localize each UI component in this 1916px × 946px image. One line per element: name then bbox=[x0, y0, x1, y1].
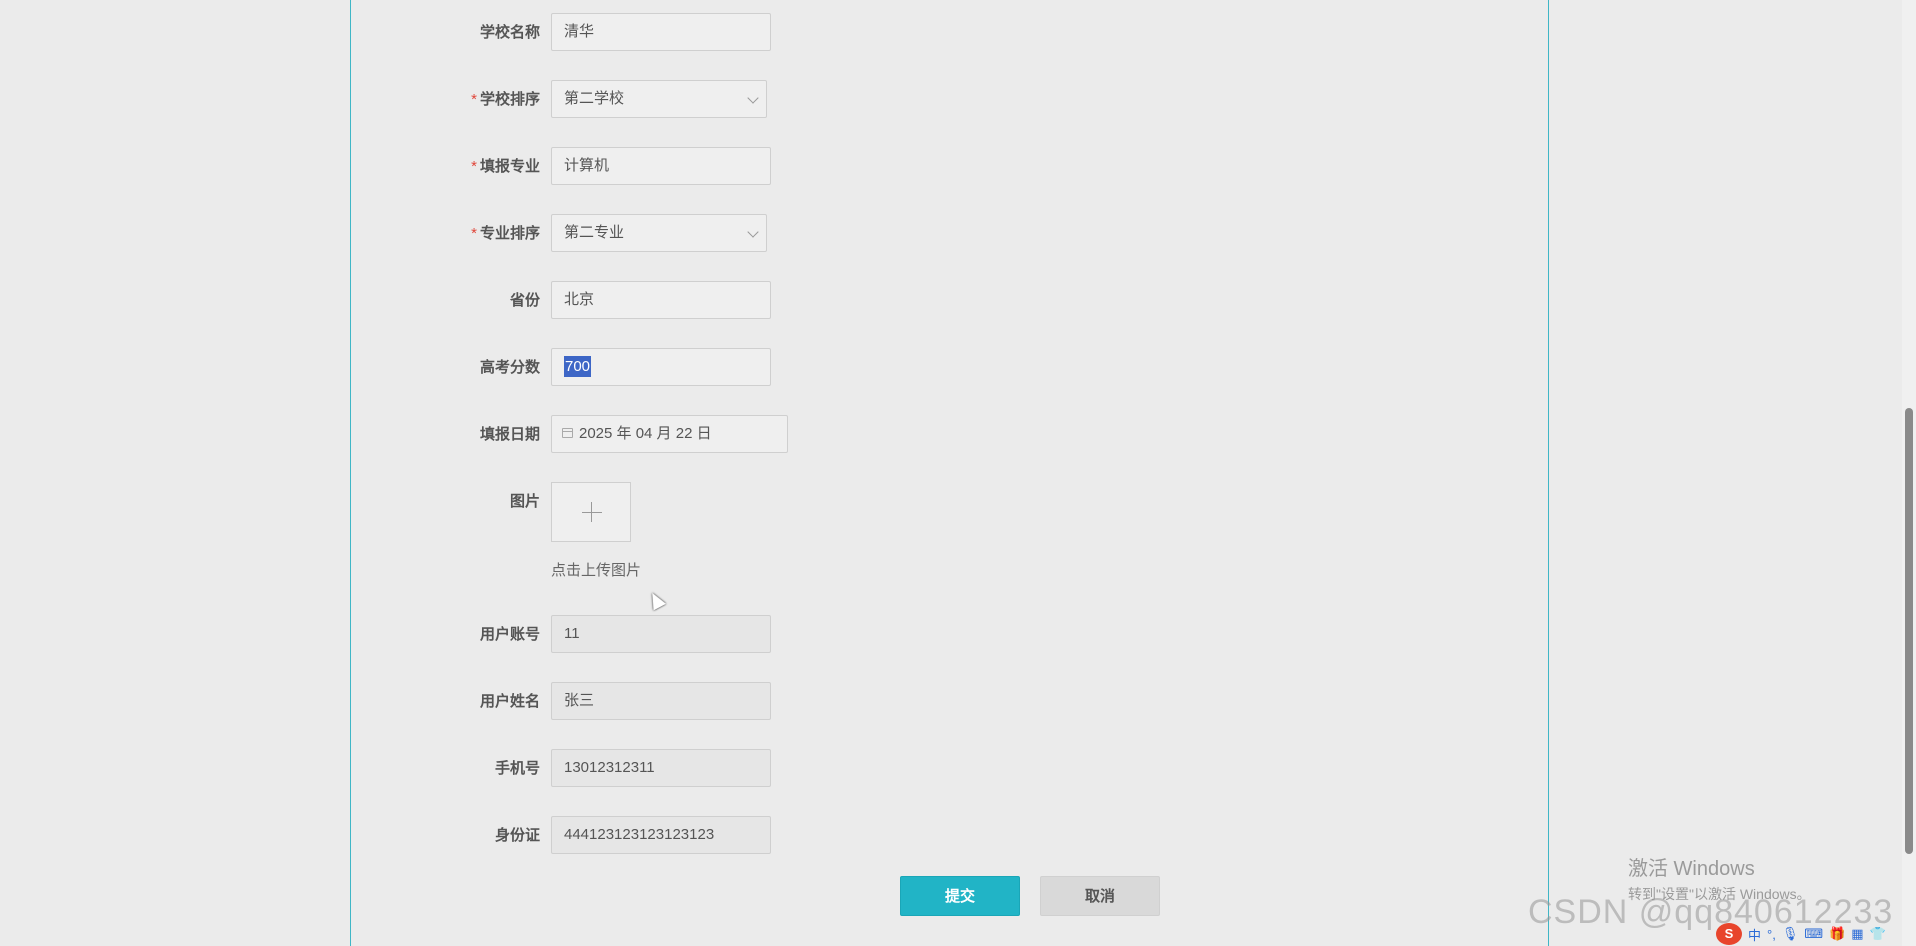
id-card-input[interactable]: 444123123123123123 bbox=[551, 816, 771, 854]
row-major-rank: * 专业排序 第二专业 bbox=[0, 214, 767, 254]
skin-icon[interactable]: 👕 bbox=[1870, 926, 1886, 942]
submit-button[interactable]: 提交 bbox=[900, 876, 1020, 916]
row-id-card: 身份证 444123123123123123 bbox=[0, 816, 771, 856]
plus-icon bbox=[582, 512, 602, 513]
major-input[interactable]: 计算机 bbox=[551, 147, 771, 185]
date-label: 填报日期 bbox=[479, 426, 540, 443]
username-input[interactable]: 张三 bbox=[551, 682, 771, 720]
row-score: 高考分数 700 bbox=[0, 348, 771, 388]
calendar-icon bbox=[562, 427, 573, 438]
row-username: 用户姓名 张三 bbox=[0, 682, 771, 722]
chevron-down-icon bbox=[747, 226, 759, 238]
province-label: 省份 bbox=[509, 292, 540, 309]
grid-icon[interactable]: ▦ bbox=[1851, 926, 1863, 942]
school-name-input[interactable]: 清华 bbox=[551, 13, 771, 51]
microphone-icon[interactable]: 🎙 bbox=[1782, 926, 1799, 942]
ime-logo-icon[interactable]: S bbox=[1716, 923, 1742, 945]
row-school-rank: * 学校排序 第二学校 bbox=[0, 80, 767, 120]
keyboard-icon[interactable]: ⌨ bbox=[1804, 926, 1823, 942]
activation-title: 激活 Windows bbox=[1628, 858, 1755, 880]
id-card-label: 身份证 bbox=[494, 827, 540, 844]
school-name-label: 学校名称 bbox=[479, 24, 540, 41]
page-scrollbar[interactable] bbox=[1902, 0, 1916, 946]
school-rank-value: 第二学校 bbox=[564, 90, 625, 107]
row-image: 图片 bbox=[0, 482, 700, 542]
system-tray: S 中 °, 🎙 ⌨ 🎁 ▦ 👕 bbox=[1716, 922, 1912, 946]
row-major: * 填报专业 计算机 bbox=[0, 147, 771, 187]
plus-icon-vertical bbox=[591, 502, 592, 522]
scrollbar-thumb[interactable] bbox=[1905, 408, 1913, 854]
province-input[interactable]: 北京 bbox=[551, 281, 771, 319]
account-input[interactable]: 11 bbox=[551, 615, 771, 653]
score-label: 高考分数 bbox=[479, 359, 540, 376]
cancel-button[interactable]: 取消 bbox=[1040, 876, 1160, 916]
major-label: * 填报专业 bbox=[471, 158, 540, 175]
form-container bbox=[350, 0, 1549, 946]
account-label: 用户账号 bbox=[479, 626, 540, 643]
major-rank-value: 第二专业 bbox=[564, 224, 625, 241]
school-rank-select[interactable]: 第二学校 bbox=[551, 80, 767, 118]
row-phone: 手机号 13012312311 bbox=[0, 749, 771, 789]
punctuation-icon[interactable]: °, bbox=[1767, 927, 1776, 942]
username-label: 用户姓名 bbox=[479, 693, 540, 710]
row-school-name: 学校名称 清华 bbox=[0, 13, 771, 53]
gift-icon[interactable]: 🎁 bbox=[1829, 926, 1845, 942]
score-input[interactable]: 700 bbox=[551, 348, 771, 386]
row-date: 填报日期 2025 年 04 月 22 日 bbox=[0, 415, 788, 455]
date-value: 2025 年 04 月 22 日 bbox=[579, 425, 712, 442]
upload-hint: 点击上传图片 bbox=[551, 562, 642, 579]
row-province: 省份 北京 bbox=[0, 281, 771, 321]
row-account: 用户账号 11 bbox=[0, 615, 771, 655]
date-input[interactable]: 2025 年 04 月 22 日 bbox=[551, 415, 788, 453]
school-rank-label: * 学校排序 bbox=[471, 91, 540, 108]
image-label: 图片 bbox=[509, 493, 540, 510]
ime-language-toggle[interactable]: 中 bbox=[1748, 925, 1761, 944]
major-rank-select[interactable]: 第二专业 bbox=[551, 214, 767, 252]
phone-label: 手机号 bbox=[494, 760, 540, 777]
image-upload-button[interactable] bbox=[551, 482, 631, 542]
score-value: 700 bbox=[564, 356, 592, 377]
phone-input[interactable]: 13012312311 bbox=[551, 749, 771, 787]
chevron-down-icon bbox=[747, 92, 759, 104]
major-rank-label: * 专业排序 bbox=[471, 225, 540, 242]
